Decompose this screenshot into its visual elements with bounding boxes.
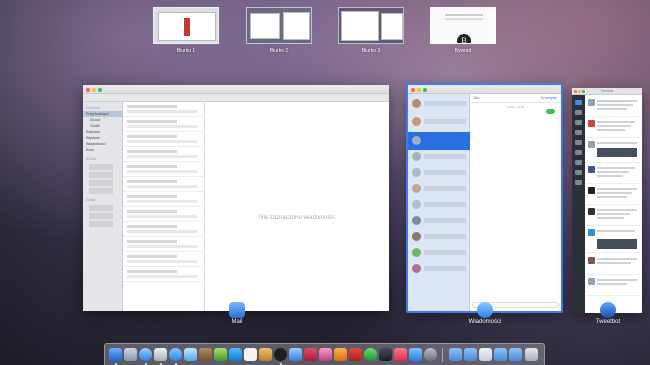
list-item[interactable] <box>123 117 204 132</box>
sidebar-item-trash[interactable]: Kosz <box>83 147 122 153</box>
fantastical-icon[interactable] <box>304 348 317 361</box>
tweet-item[interactable] <box>586 118 641 138</box>
tweetbot-icon[interactable] <box>184 348 197 361</box>
profile-icon[interactable] <box>575 160 582 165</box>
space-biurko-2[interactable]: Biurko 2 <box>246 7 312 54</box>
byword-icon: B <box>457 34 471 43</box>
list-item[interactable] <box>123 267 204 282</box>
home-icon[interactable] <box>575 100 582 105</box>
tweet-item[interactable] <box>586 255 641 275</box>
pdf-icon[interactable] <box>349 348 362 361</box>
mail-icon[interactable] <box>154 348 167 361</box>
space-biurko-3[interactable]: Biurko 3 <box>338 7 404 54</box>
tweetbot-titlebar: Timeline <box>572 88 642 95</box>
list-item[interactable] <box>123 222 204 237</box>
messages-app-label: Wiadomości <box>468 319 502 325</box>
search-icon[interactable] <box>575 150 582 155</box>
space-thumbnail <box>153 7 219 44</box>
tweet-item[interactable] <box>586 139 641 163</box>
tweetbot-sidebar <box>572 95 585 313</box>
space-thumbnail: B <box>430 7 496 44</box>
messages-icon[interactable] <box>575 120 582 125</box>
downloads-folder-icon[interactable] <box>509 348 522 361</box>
space-label: Biurko 1 <box>176 48 196 54</box>
list-item[interactable] <box>123 177 204 192</box>
tweet-item[interactable] <box>586 164 641 184</box>
mail-toolbar <box>83 94 389 102</box>
skype-icon[interactable] <box>229 348 242 361</box>
app-store-icon[interactable] <box>409 348 422 361</box>
no-message-selected-text: Nie zaznaczono wiadomości <box>259 215 335 221</box>
terminal-icon[interactable] <box>379 348 392 361</box>
list-item[interactable] <box>123 132 204 147</box>
tweetbot-app-label: Tweetbot <box>595 319 621 325</box>
photos-icon[interactable] <box>319 348 332 361</box>
tweetbot-window[interactable]: Timeline <box>572 88 642 313</box>
byword-icon[interactable] <box>274 348 287 361</box>
sidebar-section: Gmail <box>86 198 96 202</box>
applications-folder-icon[interactable] <box>494 348 507 361</box>
lists-icon[interactable] <box>575 140 582 145</box>
retweets-icon[interactable] <box>575 170 582 175</box>
space-label: Biurko 2 <box>269 48 289 54</box>
spotify-icon[interactable] <box>364 348 377 361</box>
mail-app-label: Mail <box>231 319 243 325</box>
tweet-item[interactable] <box>586 206 641 226</box>
close-icon[interactable] <box>86 87 90 92</box>
favorites-icon[interactable] <box>575 130 582 135</box>
minimize-icon[interactable] <box>92 87 96 92</box>
list-item[interactable] <box>123 147 204 162</box>
sidebar-section: iCloud <box>86 157 97 161</box>
mailbox-sidebar: Skrzynki Przychodzące iCloud Gmail Roboc… <box>83 102 123 311</box>
settings-icon[interactable] <box>575 180 582 185</box>
tweet-item[interactable] <box>586 97 641 117</box>
dock <box>104 343 545 365</box>
trash-icon[interactable] <box>525 348 538 361</box>
messages-icon[interactable] <box>169 348 182 361</box>
space-thumbnail <box>246 7 312 44</box>
file-icon[interactable] <box>479 348 492 361</box>
tweet-item[interactable] <box>586 276 641 296</box>
vlc-icon[interactable] <box>334 348 347 361</box>
message-list[interactable] <box>123 102 205 311</box>
preview-icon[interactable] <box>289 348 302 361</box>
hover-highlight <box>406 83 563 313</box>
mail-app-icon[interactable] <box>229 302 245 318</box>
space-label: Byword <box>454 48 472 54</box>
music-icon[interactable] <box>394 348 407 361</box>
space-byword[interactable]: B Byword <box>430 7 496 54</box>
zoom-icon[interactable] <box>98 87 102 92</box>
mail-window[interactable]: Skrzynki Przychodzące iCloud Gmail Roboc… <box>83 85 389 311</box>
mentions-icon[interactable] <box>575 110 582 115</box>
space-label: Biurko 3 <box>361 48 381 54</box>
calendar-icon[interactable] <box>244 348 257 361</box>
list-item[interactable] <box>123 192 204 207</box>
space-thumbnail <box>338 7 404 44</box>
pages-icon[interactable] <box>259 348 272 361</box>
timeline-title: Timeline <box>600 89 614 93</box>
messages-app-icon[interactable] <box>477 302 493 318</box>
tweet-item[interactable] <box>586 185 641 205</box>
finder-icon[interactable] <box>109 348 122 361</box>
launchpad-icon[interactable] <box>124 348 137 361</box>
safari-icon[interactable] <box>139 348 152 361</box>
tweetbot-app-icon[interactable] <box>600 302 616 318</box>
space-biurko-1[interactable]: Biurko 1 <box>153 7 219 54</box>
tweet-item[interactable] <box>586 227 641 253</box>
folder-icon[interactable] <box>449 348 462 361</box>
list-item[interactable] <box>123 207 204 222</box>
spaces-bar: Biurko 1 Biurko 2 Biurko 3 B Byword <box>0 0 650 60</box>
message-preview: Nie zaznaczono wiadomości <box>205 102 389 311</box>
list-item[interactable] <box>123 162 204 177</box>
system-preferences-icon[interactable] <box>424 348 437 361</box>
evernote-icon[interactable] <box>214 348 227 361</box>
list-item[interactable] <box>123 102 204 117</box>
list-item[interactable] <box>123 237 204 252</box>
notes-icon[interactable] <box>199 348 212 361</box>
list-item[interactable] <box>123 252 204 267</box>
documents-folder-icon[interactable] <box>464 348 477 361</box>
mail-titlebar <box>83 85 389 94</box>
